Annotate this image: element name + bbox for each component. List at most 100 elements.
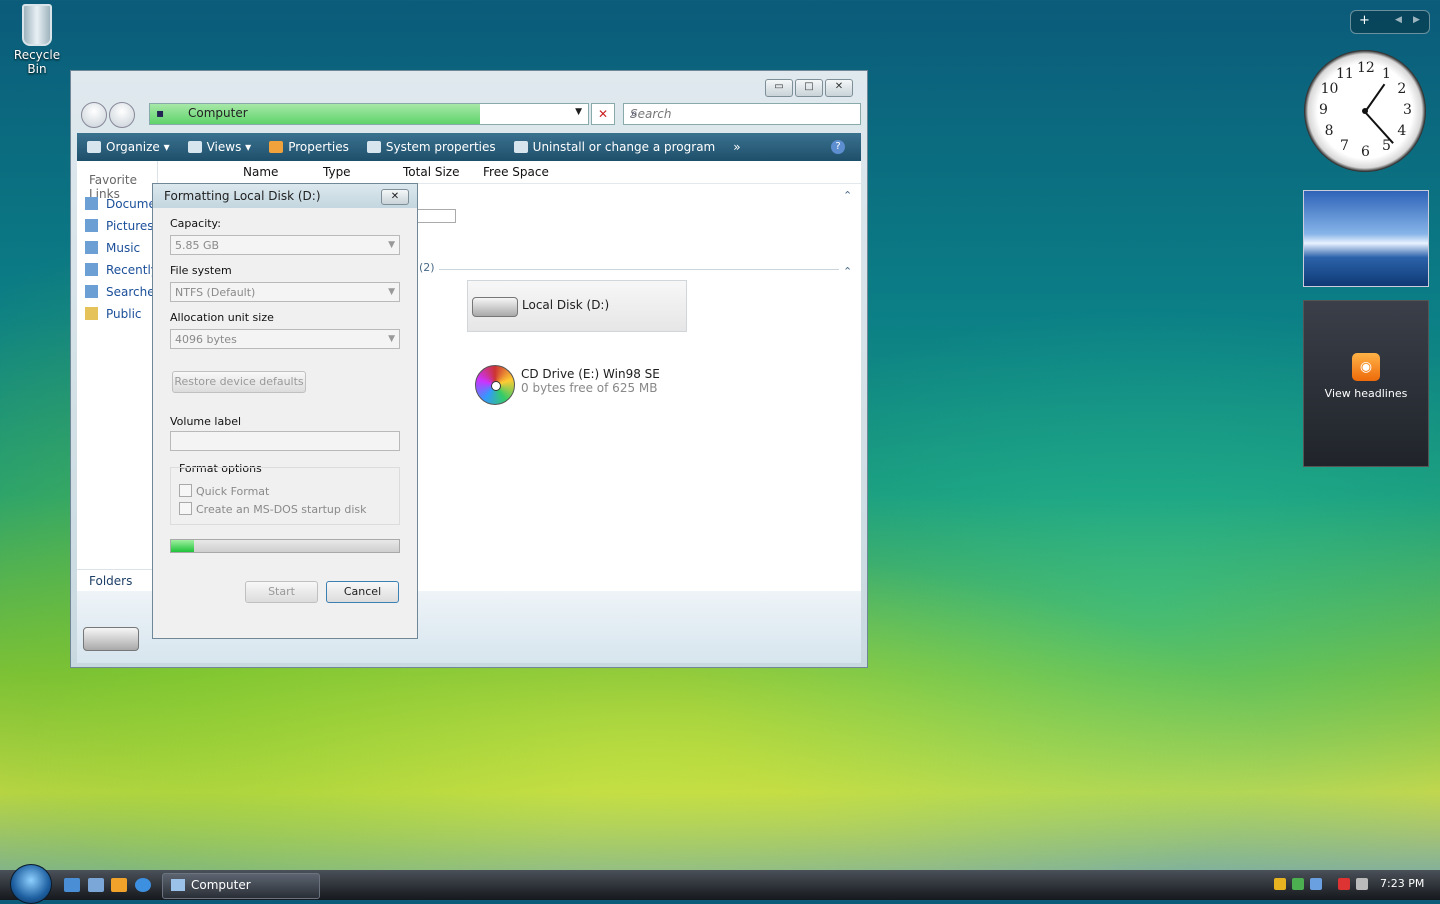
computer-icon — [171, 879, 185, 891]
add-gadget-icon[interactable]: + — [1359, 13, 1370, 28]
chevron-down-icon: ▼ — [388, 287, 395, 297]
clock-number: 4 — [1397, 123, 1407, 139]
nav-item-recently-changed[interactable]: Recently Changed — [85, 263, 155, 277]
uninstall-button[interactable]: Uninstall or change a program — [513, 140, 715, 154]
show-desktop-icon[interactable] — [64, 878, 80, 892]
drive-local-disk-d[interactable]: Local Disk (D:) — [467, 280, 687, 332]
chevron-down-icon: ▼ — [388, 334, 395, 344]
stop-button[interactable]: ✕ — [591, 103, 615, 125]
network-icon[interactable] — [1310, 878, 1322, 890]
documents-icon — [85, 197, 98, 210]
file-system-select[interactable]: NTFS (Default) ▼ — [170, 282, 400, 302]
restore-defaults-button[interactable]: Restore device defaults — [172, 371, 306, 393]
more-commands-button[interactable]: » — [733, 140, 740, 154]
column-name[interactable]: Name — [243, 165, 278, 179]
checkbox-icon — [179, 484, 192, 497]
folders-toggle[interactable]: Folders — [77, 569, 157, 592]
system-icon — [366, 141, 381, 153]
recycle-bin-label: Recycle Bin — [13, 48, 61, 76]
feed-headlines-gadget[interactable]: ◉ View headlines — [1303, 300, 1429, 467]
drive-cd-e[interactable]: CD Drive (E:) Win98 SE 0 bytes free of 6… — [471, 363, 711, 409]
nav-item-pictures[interactable]: Pictures — [85, 219, 155, 233]
system-properties-button[interactable]: System properties — [366, 140, 496, 154]
help-icon[interactable]: ? — [831, 140, 845, 154]
column-type[interactable]: Type — [323, 165, 351, 179]
slideshow-gadget[interactable] — [1303, 190, 1429, 287]
taskbar-clock[interactable]: 7:23 PM — [1380, 877, 1424, 890]
column-total-size[interactable]: Total Size — [403, 165, 459, 179]
taskbar-button-computer[interactable]: Computer — [162, 873, 320, 899]
maximize-button[interactable]: □ — [795, 79, 823, 97]
organize-button[interactable]: Organize ▾ — [87, 140, 170, 154]
chevron-down-icon: ▼ — [388, 240, 395, 250]
recycle-bin-icon — [22, 4, 52, 46]
recycle-bin[interactable]: Recycle Bin — [4, 2, 70, 76]
clock-number: 6 — [1361, 144, 1370, 160]
switch-windows-icon[interactable] — [88, 878, 104, 892]
nav-item-searches[interactable]: Searches — [85, 285, 155, 299]
devices-group-count: (2) — [419, 261, 435, 274]
cd-drive-icon — [475, 365, 515, 405]
checkmark-icon — [269, 141, 284, 153]
internet-explorer-icon[interactable] — [135, 878, 151, 892]
views-icon — [187, 141, 202, 153]
next-icon[interactable]: ▶ — [1413, 15, 1420, 25]
quick-format-checkbox[interactable]: Quick Format — [179, 484, 269, 498]
start-button[interactable]: Start — [245, 581, 318, 603]
prev-icon[interactable]: ◀ — [1395, 15, 1402, 25]
nav-item-documents[interactable]: Documents — [85, 197, 155, 211]
dialog-close-button[interactable]: ✕ — [381, 189, 409, 205]
clock-number: 7 — [1340, 138, 1349, 155]
clock-number: 8 — [1324, 123, 1334, 139]
collapse-hdd-group-icon[interactable]: ⌃ — [843, 189, 852, 202]
clock-number: 1 — [1382, 65, 1391, 82]
clock-gadget[interactable]: 12 1 2 3 4 5 6 7 8 9 10 11 — [1304, 50, 1426, 172]
progress-fill — [171, 540, 194, 552]
msdos-startup-checkbox[interactable]: Create an MS-DOS startup disk — [179, 502, 367, 516]
searches-icon — [85, 285, 98, 298]
address-dropdown-icon[interactable]: ▼ — [575, 107, 582, 117]
start-button[interactable] — [10, 864, 52, 904]
volume-muted-icon[interactable] — [1356, 878, 1368, 890]
search-icon[interactable]: ⌕ — [630, 106, 854, 121]
dialog-title: Formatting Local Disk (D:) — [164, 189, 321, 203]
caption-buttons: ▭ □ ✕ — [765, 79, 853, 97]
drive-name: CD Drive (E:) Win98 SE — [521, 367, 660, 381]
properties-button[interactable]: Properties — [269, 140, 349, 154]
column-free-space[interactable]: Free Space — [483, 165, 549, 179]
volume-label-input[interactable] — [170, 431, 400, 451]
nav-item-public[interactable]: Public — [85, 307, 155, 321]
clock-number: 2 — [1397, 81, 1407, 97]
address-bar[interactable]: ▪ Computer ▼ — [149, 103, 589, 125]
folder-icon — [85, 307, 98, 320]
hard-disk-icon — [472, 297, 518, 317]
command-bar: Organize ▾ Views ▾ Properties System pro… — [77, 133, 861, 161]
back-button[interactable] — [81, 102, 107, 128]
clock-number: 10 — [1320, 81, 1339, 97]
computer-icon: ▪ — [156, 106, 165, 120]
network-disconnected-icon[interactable] — [1338, 878, 1350, 890]
security-icon[interactable] — [1274, 878, 1286, 890]
capacity-select[interactable]: 5.85 GB ▼ — [170, 235, 400, 255]
drive-name: Local Disk (D:) — [522, 298, 610, 312]
close-button[interactable]: ✕ — [825, 79, 853, 97]
views-button[interactable]: Views ▾ — [187, 140, 251, 154]
collapse-devices-group-icon[interactable]: ⌃ — [843, 265, 852, 278]
format-progress-bar — [170, 539, 400, 553]
organize-icon — [87, 141, 101, 153]
media-player-icon[interactable] — [111, 878, 127, 892]
search-box[interactable]: Search ⌕ — [623, 103, 861, 125]
allocation-select[interactable]: 4096 bytes ▼ — [170, 329, 400, 349]
clock-center — [1362, 108, 1368, 114]
clock-number: 12 — [1357, 60, 1375, 76]
clock-number: 9 — [1319, 102, 1328, 118]
minimize-button[interactable]: ▭ — [765, 79, 793, 97]
forward-button[interactable] — [109, 102, 135, 128]
nav-item-music[interactable]: Music — [85, 241, 155, 255]
clock-number: 3 — [1403, 102, 1412, 118]
address-text: Computer — [188, 106, 248, 120]
volume-label-label: Volume label — [170, 415, 242, 428]
cancel-button[interactable]: Cancel — [326, 581, 399, 603]
view-headlines-label: View headlines — [1324, 387, 1408, 400]
update-icon[interactable] — [1292, 878, 1304, 890]
